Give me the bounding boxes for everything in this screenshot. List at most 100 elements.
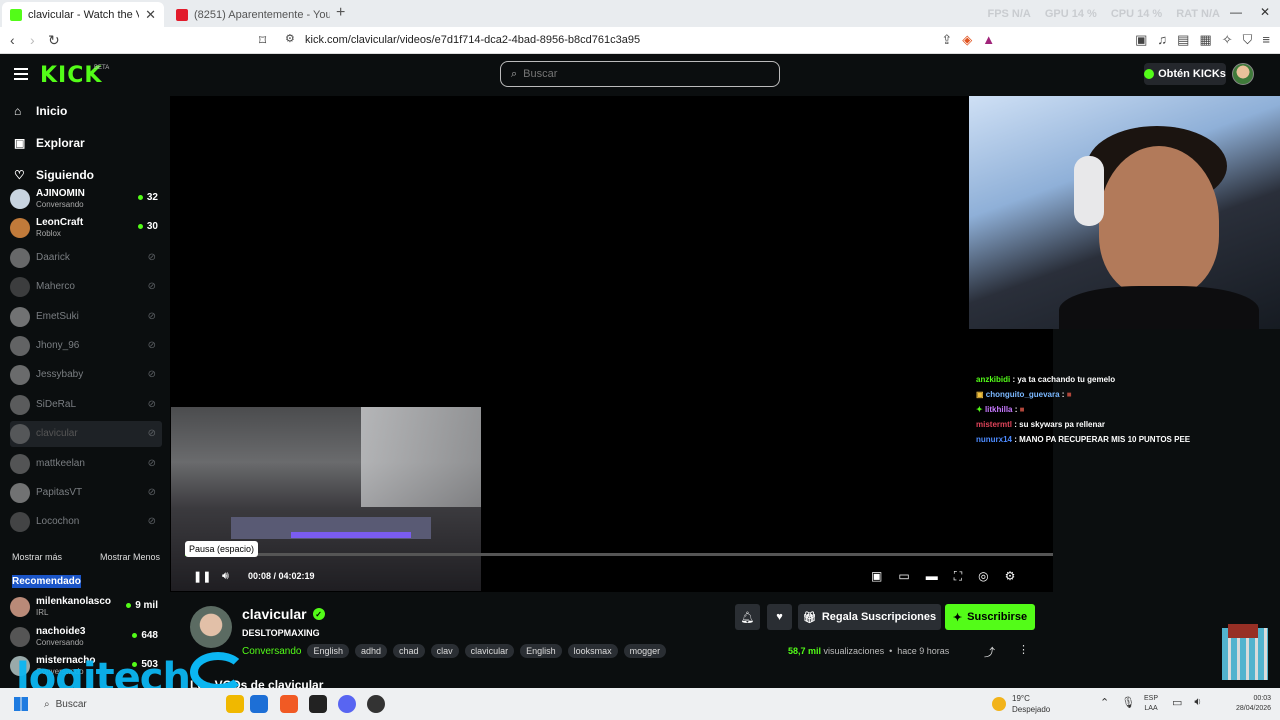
- subscribe-label: Suscribirse: [967, 611, 1028, 623]
- reader-icon[interactable]: ▣: [1135, 32, 1147, 48]
- tab-close-icon[interactable]: ✕: [145, 7, 156, 23]
- forward-icon[interactable]: ›: [30, 32, 35, 48]
- tag-chip[interactable]: chad: [393, 644, 425, 658]
- live-dot-icon: [126, 603, 132, 608]
- file-explorer-icon[interactable]: [226, 695, 244, 713]
- progress-bar[interactable]: [185, 553, 1053, 556]
- clip-icon[interactable]: ▭: [898, 569, 909, 584]
- pause-icon[interactable]: ❚❚: [193, 570, 211, 583]
- volume-tray-icon[interactable]: 🔉︎: [1194, 696, 1201, 709]
- new-tab-button[interactable]: +: [336, 4, 345, 22]
- close-window-icon[interactable]: ✕: [1260, 5, 1270, 19]
- network-icon[interactable]: ▭: [1172, 696, 1182, 709]
- notification-bell-icon[interactable]: 🔔︎: [735, 604, 760, 630]
- settings-icon[interactable]: ⚙: [1005, 569, 1016, 584]
- menu-icon[interactable]: ≡: [1262, 32, 1270, 48]
- sidebar-channel-item[interactable]: Maherco ⊘: [10, 274, 162, 300]
- show-less-button[interactable]: Mostrar Menos: [100, 552, 160, 562]
- channel-avatar: [10, 453, 30, 474]
- tag-chip[interactable]: mogger: [623, 644, 667, 658]
- taskbar-clock[interactable]: 00:03 28/04/2026: [1236, 694, 1271, 714]
- user-avatar[interactable]: [1232, 63, 1254, 85]
- tab-title: (8251) Aparentemente - YouTube: [194, 8, 330, 21]
- tag-chip[interactable]: looksmax: [567, 644, 618, 658]
- screen-share-video: [171, 407, 481, 591]
- sidebar-channel-item[interactable]: mattkeelan ⊘: [10, 451, 162, 477]
- hamburger-menu-icon[interactable]: [14, 68, 28, 80]
- brave-icon[interactable]: [280, 695, 298, 713]
- search-box[interactable]: ⌕: [500, 61, 780, 87]
- subscribe-button[interactable]: ✦ Suscribirse: [945, 604, 1035, 630]
- recommended-channel-item[interactable]: nachoide3 Conversando 648: [10, 624, 162, 650]
- browser-tab-youtube[interactable]: (8251) Aparentemente - YouTube: [168, 2, 338, 27]
- follow-heart-icon[interactable]: ♥: [767, 604, 792, 630]
- tag-chip[interactable]: clav: [430, 644, 459, 658]
- leo-icon[interactable]: ✧: [1222, 32, 1233, 48]
- gift-subs-button[interactable]: 🎁︎ Regala Suscripciones: [798, 604, 941, 630]
- taskbar-search[interactable]: ⌕ Buscar: [38, 694, 178, 714]
- perf-rat: RAT N/A: [1176, 8, 1220, 20]
- channel-name: EmetSuki: [36, 310, 79, 322]
- nav-explore[interactable]: ▣ Explorar: [14, 136, 85, 150]
- offline-icon: ⊘: [147, 516, 156, 528]
- share-page-icon[interactable]: ⇪: [941, 32, 952, 48]
- show-more-button[interactable]: Mostrar más: [12, 552, 62, 562]
- offline-icon: ⊘: [147, 428, 156, 440]
- more-options-icon[interactable]: ⋮: [1018, 643, 1029, 656]
- music-icon[interactable]: ♫: [1157, 32, 1167, 48]
- microphone-icon[interactable]: 🎙︎: [1121, 696, 1135, 709]
- get-kicks-button[interactable]: Obtén KICKs: [1144, 63, 1226, 85]
- windows-start-icon[interactable]: [14, 697, 28, 711]
- back-icon[interactable]: ‹: [10, 32, 15, 48]
- volume-icon[interactable]: 🔊︎: [222, 570, 229, 583]
- sidebar-channel-item[interactable]: LeonCraft Roblox 30: [10, 215, 162, 241]
- voicemeeter-icon[interactable]: [309, 695, 327, 713]
- weather-widget[interactable]: 19°C Despejado: [992, 693, 1050, 715]
- tag-chip[interactable]: clavicular: [464, 644, 515, 658]
- recommended-channel-item[interactable]: milenkanolasco IRL 9 mil: [10, 594, 162, 620]
- tag-chip[interactable]: English: [520, 644, 562, 658]
- sidebar-channel-item[interactable]: Locochon ⊘: [10, 509, 162, 535]
- nav-following[interactable]: ♡ Siguiendo: [14, 168, 94, 182]
- theater-icon[interactable]: ▬: [926, 569, 938, 584]
- language-indicator[interactable]: ESP LAA: [1144, 694, 1158, 714]
- fullscreen-icon[interactable]: ⛶: [954, 569, 962, 584]
- browser-tab-active[interactable]: clavicular - Watch the VOD o ✕: [2, 2, 164, 27]
- sidebar-channel-item[interactable]: Jessybaby ⊘: [10, 362, 162, 388]
- sidebar-channel-item[interactable]: Jhony_96 ⊘: [10, 333, 162, 359]
- vpn-icon[interactable]: ⛉: [1243, 32, 1253, 48]
- sidebar-channel-item[interactable]: SiDeRaL ⊘: [10, 392, 162, 418]
- minimize-icon[interactable]: —: [1230, 5, 1242, 19]
- offline-icon: ⊘: [147, 281, 156, 293]
- player-controls-right: ▣ ▭ ▬ ⛶ ◎ ⚙: [871, 569, 1015, 584]
- sidebar-channel-item[interactable]: PapitasVT ⊘: [10, 480, 162, 506]
- bookmark-icon[interactable]: ⌑: [259, 32, 266, 49]
- reload-icon[interactable]: ↻: [48, 32, 60, 49]
- category-link[interactable]: Conversando: [242, 646, 301, 657]
- channel-avatar[interactable]: [190, 606, 232, 648]
- channel-name[interactable]: clavicular: [242, 606, 307, 622]
- tray-overflow-icon[interactable]: ⌃: [1100, 696, 1109, 709]
- share-icon[interactable]: ⤴: [984, 644, 995, 660]
- sidebar-channel-item[interactable]: clavicular ⊘: [10, 421, 162, 448]
- nav-home[interactable]: ⌂ Inicio: [14, 104, 67, 118]
- url-field[interactable]: kick.com/clavicular/videos/e7d1f714-dca2…: [305, 34, 640, 46]
- wallet-icon[interactable]: ▦: [1199, 32, 1211, 48]
- tag-chip[interactable]: English: [307, 644, 350, 658]
- tag-chip[interactable]: adhd: [355, 644, 388, 658]
- search-input[interactable]: [523, 68, 754, 80]
- brave-shield-icon[interactable]: ◈: [962, 32, 972, 48]
- obs-icon[interactable]: [367, 695, 385, 713]
- site-info-icon[interactable]: ⚙: [285, 32, 295, 45]
- miniplayer-icon[interactable]: ▣: [871, 569, 882, 584]
- channel-name: Maherco: [36, 281, 75, 293]
- sidebar-toggle-icon[interactable]: ▤: [1177, 32, 1189, 48]
- store-icon[interactable]: [250, 695, 268, 713]
- speed-icon[interactable]: ◎: [978, 569, 988, 584]
- brave-rewards-icon[interactable]: ▲: [982, 32, 995, 48]
- discord-icon[interactable]: [338, 695, 356, 713]
- sidebar-channel-item[interactable]: EmetSuki ⊘: [10, 304, 162, 330]
- sidebar-channel-item[interactable]: AJINOMIN Conversando 32: [10, 186, 162, 212]
- channel-category: Roblox: [36, 229, 61, 239]
- sidebar-channel-item[interactable]: Daarick ⊘: [10, 245, 162, 271]
